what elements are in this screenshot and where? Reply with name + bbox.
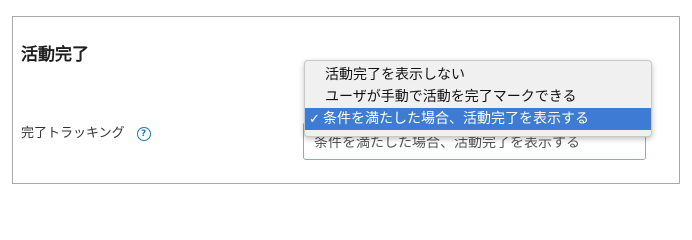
completion-tracking-dropdown-menu: 活動完了を表示しない ユーザが手動で活動を完了マークできる ✓ 条件を満たした場合…	[304, 60, 652, 137]
checkmark-icon: ✓	[309, 112, 320, 127]
dropdown-option-manual-completion[interactable]: ユーザが手動で活動を完了マークできる	[305, 86, 651, 108]
dropdown-option-conditional-completion[interactable]: ✓ 条件を満たした場合、活動完了を表示する	[305, 108, 651, 130]
dropdown-option-label: ユーザが手動で活動を完了マークできる	[325, 89, 577, 105]
dropdown-option-label: 条件を満たした場合、活動完了を表示する	[323, 111, 589, 127]
completion-tracking-label: 完了トラッキング	[21, 126, 125, 141]
dropdown-option-label: 活動完了を表示しない	[325, 67, 465, 83]
dropdown-option-no-completion[interactable]: 活動完了を表示しない	[305, 64, 651, 86]
section-title: 活動完了	[21, 45, 89, 65]
completion-tracking-field: 完了トラッキング ?	[21, 125, 151, 143]
help-icon[interactable]: ?	[136, 127, 151, 141]
